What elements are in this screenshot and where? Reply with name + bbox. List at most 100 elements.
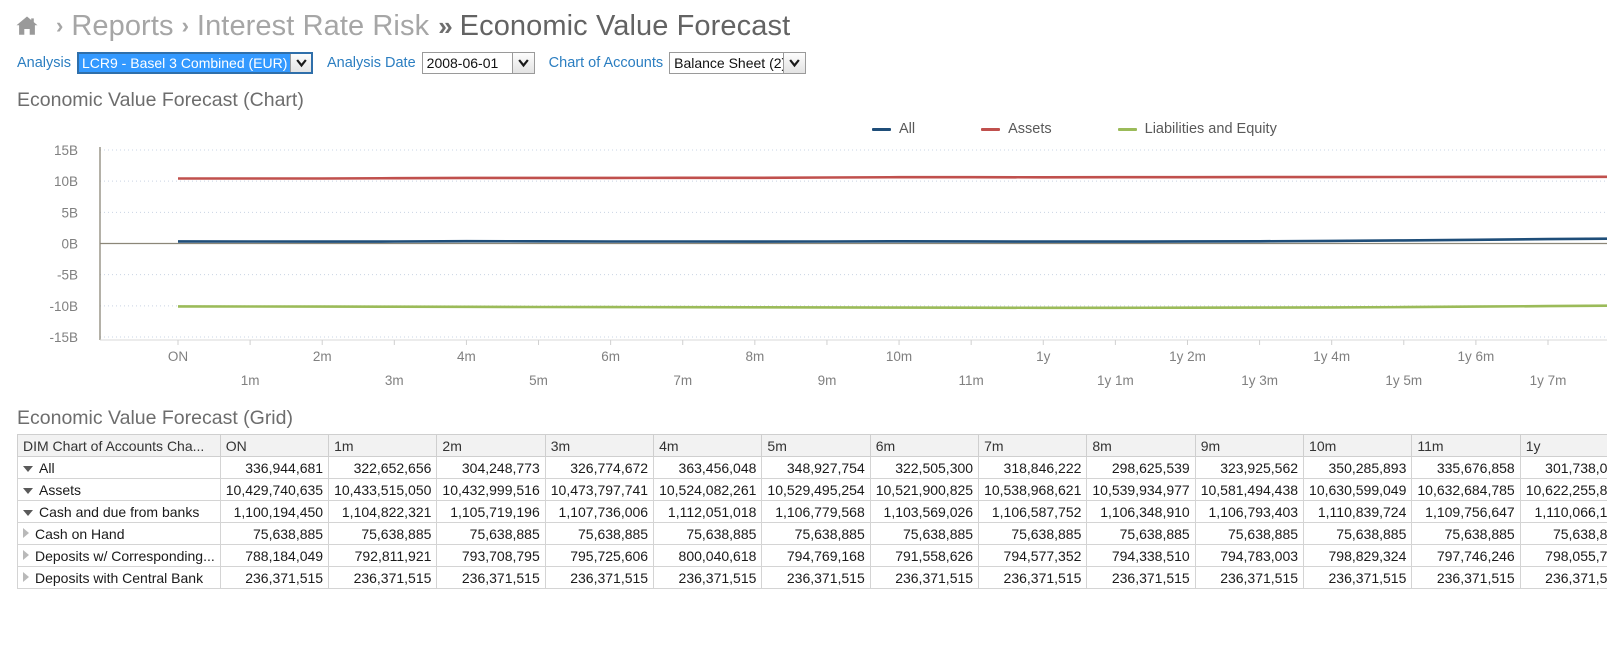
table-cell-value: 798,055,748 — [1519, 544, 1607, 567]
table-column-header[interactable]: DIM Chart of Accounts Cha... — [17, 434, 221, 457]
table-cell-value: 1,107,736,006 — [544, 500, 655, 523]
svg-text:0B: 0B — [61, 237, 78, 252]
table-row[interactable]: Cash and due from banks 1,100,194,450 1,10… — [17, 500, 1607, 523]
chart-plot-area: 15B 10B 5B 0B -5B -10B -15B ON 1m 2m 3m 4m 5m 6m 7m 8m 9… — [0, 142, 1607, 407]
row-label-text: Deposits with Central Bank — [35, 569, 204, 586]
svg-text:8m: 8m — [745, 349, 764, 364]
legend-item-liabilities-and-equity[interactable]: Liabilities and Equity — [1117, 121, 1277, 137]
table-cell-value: 10,433,515,050 — [328, 478, 438, 501]
table-row[interactable]: Cash on Hand 75,638,885 75,638,885 75,638,8… — [17, 522, 1607, 545]
table-cell-value: 318,846,222 — [978, 456, 1088, 479]
row-label-text: Cash on Hand — [35, 525, 125, 542]
table-cell-value: 236,371,515 — [1303, 566, 1413, 589]
table-cell-value: 791,558,626 — [869, 544, 980, 567]
table-cell-value: 363,456,048 — [653, 456, 763, 479]
table-column-header[interactable]: 5m — [761, 434, 871, 457]
chart-svg: 15B 10B 5B 0B -5B -10B -15B ON 1m 2m 3m 4m 5m 6m 7m 8m 9… — [49, 143, 1607, 388]
breadcrumb-separator-1: › — [56, 13, 64, 38]
collapse-triangle-icon[interactable] — [23, 509, 33, 516]
chevron-down-icon[interactable] — [511, 53, 534, 73]
table-column-header[interactable]: 1m — [328, 434, 438, 457]
legend-item-assets[interactable]: Assets — [981, 121, 1052, 137]
table-cell-value: 350,285,893 — [1303, 456, 1413, 479]
table-cell-value: 75,638,885 — [544, 522, 655, 545]
table-cell-value: 794,338,510 — [1086, 544, 1196, 567]
collapse-triangle-icon[interactable] — [23, 465, 33, 472]
breadcrumb-separator-2: › — [181, 13, 189, 38]
table-column-header[interactable]: ON — [219, 434, 330, 457]
table-column-header[interactable]: 1y — [1519, 434, 1607, 457]
chevron-down-icon[interactable] — [783, 53, 806, 73]
svg-text:-15B: -15B — [49, 330, 78, 345]
table-cell-value: 795,725,606 — [544, 544, 655, 567]
table-column-header[interactable]: 10m — [1303, 434, 1413, 457]
table-row-label[interactable]: Cash and due from banks — [17, 500, 221, 523]
table-cell-value: 75,638,885 — [328, 522, 438, 545]
svg-text:7m: 7m — [673, 373, 692, 388]
svg-text:1y 5m: 1y 5m — [1385, 373, 1422, 388]
table-cell-value: 75,638,885 — [761, 522, 871, 545]
collapse-triangle-icon[interactable] — [23, 487, 33, 494]
table-column-header[interactable]: 6m — [869, 434, 980, 457]
table-cell-value: 10,524,082,261 — [653, 478, 763, 501]
table-cell-value: 788,184,049 — [219, 544, 330, 567]
table-header-row: DIM Chart of Accounts Cha... ON 1m 2m 3m 4m 5m… — [17, 434, 1607, 457]
home-icon[interactable] — [14, 13, 40, 39]
table-row[interactable]: Assets 10,429,740,635 10,433,515,050 10,432… — [17, 478, 1607, 501]
chevron-down-icon[interactable] — [290, 53, 312, 73]
breadcrumb-item-economic-value-forecast: Economic Value Forecast — [459, 9, 791, 42]
table-header: DIM Chart of Accounts Cha... ON 1m 2m 3m 4m 5m… — [17, 434, 1607, 457]
analysis-date-select[interactable]: 2008-06-01 — [421, 52, 535, 74]
chart-of-accounts-select[interactable]: Balance Sheet (2) — [669, 52, 807, 74]
table-cell-value: 75,638,885 — [436, 522, 546, 545]
table-cell-value: 793,708,795 — [436, 544, 546, 567]
svg-text:10m: 10m — [886, 349, 912, 364]
table-cell-value: 348,927,754 — [761, 456, 871, 479]
table-cell-value: 236,371,515 — [219, 566, 330, 589]
expand-triangle-icon[interactable] — [23, 527, 29, 538]
table-column-header[interactable]: 9m — [1194, 434, 1305, 457]
breadcrumb-item-interest-rate-risk[interactable]: Interest Rate Risk — [197, 10, 429, 43]
table-row[interactable]: All 336,944,681 322,652,656 304,248,773 326,… — [17, 456, 1607, 479]
legend-swatch-liabilities-and-equity — [1117, 127, 1137, 131]
table-column-header[interactable]: 11m — [1411, 434, 1521, 457]
table-column-header[interactable]: 2m — [436, 434, 546, 457]
legend-label-liabilities-and-equity: Liabilities and Equity — [1144, 121, 1277, 137]
svg-text:5m: 5m — [529, 373, 548, 388]
chart-of-accounts-select-value: Balance Sheet (2) — [674, 55, 784, 71]
table-column-header[interactable]: 3m — [544, 434, 655, 457]
table-cell-value: 1,100,194,450 — [219, 500, 330, 523]
svg-text:2m: 2m — [313, 349, 332, 364]
svg-text:11m: 11m — [959, 373, 984, 388]
table-cell-value: 1,110,066,148 — [1519, 500, 1607, 523]
table-column-header[interactable]: 8m — [1086, 434, 1196, 457]
table-column-header[interactable]: 4m — [653, 434, 763, 457]
svg-text:5B: 5B — [61, 205, 78, 220]
analysis-date-select-value: 2008-06-01 — [426, 55, 499, 71]
table-cell-value: 236,371,515 — [1411, 566, 1521, 589]
legend-label-all: All — [899, 121, 916, 137]
table-cell-value: 236,371,515 — [544, 566, 655, 589]
table-row-label[interactable]: Deposits w/ Corresponding... — [17, 544, 221, 567]
table-cell-value: 1,110,839,724 — [1303, 500, 1413, 523]
legend-item-all[interactable]: All — [872, 121, 915, 137]
table-cell-value: 75,638,885 — [653, 522, 763, 545]
breadcrumb-item-reports[interactable]: Reports — [71, 10, 173, 43]
chart-section-title: Economic Value Forecast (Chart) — [17, 89, 304, 111]
table-column-header[interactable]: 7m — [978, 434, 1088, 457]
table-row[interactable]: Deposits w/ Corresponding... 788,184,049 7… — [17, 544, 1607, 567]
table-row-label[interactable]: Cash on Hand — [17, 522, 221, 545]
table-cell-value: 75,638,885 — [978, 522, 1088, 545]
table-row[interactable]: Deposits with Central Bank 236,371,515 236… — [17, 566, 1607, 589]
analysis-select[interactable]: LCR9 - Basel 3 Combined (EUR) — [77, 52, 313, 74]
economic-value-forecast-chart: All Assets Liabilities and Equity 15B 10B… — [0, 112, 1607, 407]
expand-triangle-icon[interactable] — [23, 571, 29, 582]
table-row-label[interactable]: Deposits with Central Bank — [17, 566, 221, 589]
analysis-label: Analysis — [17, 55, 71, 71]
table-row-label[interactable]: Assets — [17, 478, 221, 501]
table-row-label[interactable]: All — [17, 456, 221, 479]
table-cell-value: 336,944,681 — [219, 456, 330, 479]
economic-value-forecast-grid[interactable]: DIM Chart of Accounts Cha... ON 1m 2m 3m 4m 5m… — [0, 434, 1607, 589]
expand-triangle-icon[interactable] — [23, 549, 29, 560]
svg-text:10B: 10B — [54, 174, 78, 189]
